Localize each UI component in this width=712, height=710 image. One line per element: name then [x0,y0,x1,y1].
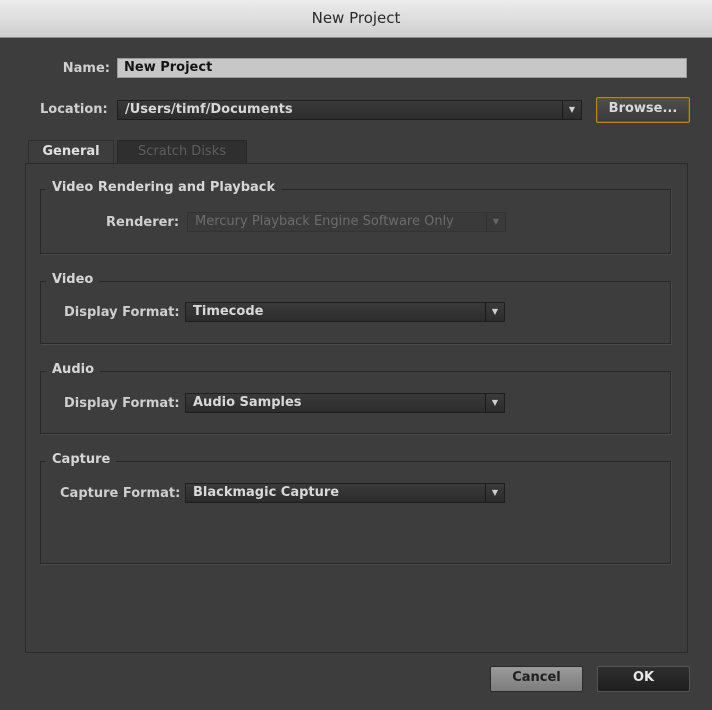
video-display-format-value: Timecode [193,304,264,319]
video-display-format-dropdown[interactable]: Timecode ▼ [185,302,505,322]
location-label: Location: [40,102,108,117]
project-name-input[interactable]: New Project [117,58,687,78]
tab-general[interactable]: General [28,140,114,164]
audio-display-format-dropdown[interactable]: Audio Samples ▼ [185,393,505,413]
renderer-dropdown[interactable]: Mercury Playback Engine Software Only ▼ [187,212,506,232]
audio-display-format-value: Audio Samples [193,395,302,410]
tab-scratch-disks[interactable]: Scratch Disks [117,140,247,164]
renderer-label: Renderer: [106,215,180,230]
browse-button[interactable]: Browse... [596,97,690,123]
chevron-down-icon: ▼ [485,303,504,321]
name-label: Name: [62,61,110,76]
chevron-down-icon: ▼ [486,213,505,231]
location-value: /Users/timf/Documents [125,102,293,117]
window-title: New Project [311,9,401,27]
capture-format-label: Capture Format: [60,486,181,501]
video-rendering-title: Video Rendering and Playback [46,180,282,195]
audio-title: Audio [46,362,101,377]
renderer-value: Mercury Playback Engine Software Only [195,214,454,229]
chevron-down-icon: ▼ [485,394,504,412]
cancel-button[interactable]: Cancel [490,666,583,692]
chevron-down-icon: ▼ [485,484,504,502]
capture-format-dropdown[interactable]: Blackmagic Capture ▼ [185,483,505,503]
video-title: Video [46,272,100,287]
capture-title: Capture [46,452,117,467]
capture-group [40,461,671,564]
location-dropdown[interactable]: /Users/timf/Documents ▼ [117,100,582,120]
title-bar: New Project [0,0,712,38]
video-display-format-label: Display Format: [64,305,180,320]
ok-button[interactable]: OK [597,666,690,692]
capture-format-value: Blackmagic Capture [193,485,340,500]
chevron-down-icon: ▼ [562,101,581,119]
audio-display-format-label: Display Format: [64,396,180,411]
